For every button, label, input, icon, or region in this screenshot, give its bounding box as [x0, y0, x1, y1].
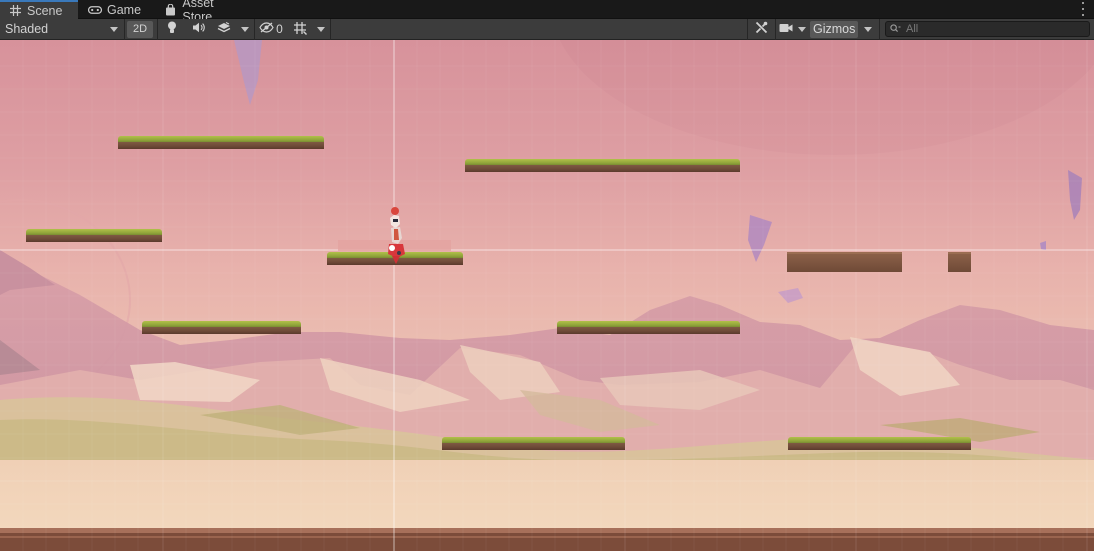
camera-dropdown[interactable]	[795, 19, 809, 39]
dirt-block[interactable]	[948, 252, 971, 272]
effects-toggle-button[interactable]	[211, 19, 237, 39]
grass-platform[interactable]	[557, 321, 740, 334]
chevron-down-icon	[798, 26, 806, 32]
camera-settings-button[interactable]	[777, 19, 795, 39]
eye-slash-icon	[259, 22, 274, 36]
planet-shape	[559, 40, 1094, 155]
tools-icon	[755, 21, 768, 37]
tab-game[interactable]: Game	[80, 0, 156, 19]
search-input[interactable]	[906, 23, 1086, 35]
grass-platform[interactable]	[142, 321, 301, 334]
grid-snap-icon	[293, 21, 307, 38]
grass-platform[interactable]	[442, 437, 625, 450]
audio-toggle-button[interactable]	[186, 19, 210, 39]
shopping-bag-icon	[164, 3, 177, 16]
dirt-block[interactable]	[787, 252, 902, 272]
grass-platform[interactable]	[26, 229, 162, 242]
tab-label: Scene	[27, 3, 63, 18]
tab-asset-store[interactable]: Asset Store	[156, 0, 252, 24]
2d-toggle-label: 2D	[132, 23, 148, 35]
speaker-icon	[192, 22, 205, 36]
scene-search[interactable]	[885, 21, 1090, 37]
draw-mode-dropdown[interactable]: Shaded	[0, 19, 124, 39]
grid-dropdown[interactable]	[313, 19, 329, 39]
gizmos-button[interactable]: Gizmos	[810, 20, 858, 38]
effects-dropdown[interactable]	[237, 19, 253, 39]
scene-viewport[interactable]	[0, 40, 1094, 551]
hidden-count: 0	[276, 22, 283, 36]
lighting-toggle-button[interactable]	[160, 19, 184, 39]
tools-button[interactable]	[749, 19, 773, 39]
player-character-sprite[interactable]	[384, 206, 408, 268]
chevron-down-icon	[864, 26, 872, 32]
lightbulb-icon	[167, 21, 177, 37]
grass-platform[interactable]	[465, 159, 740, 172]
tab-label: Game	[107, 2, 142, 17]
grass-platform[interactable]	[788, 437, 971, 450]
grid-snap-toggle-button[interactable]	[288, 19, 312, 39]
scene-toolbar: Shaded 2D 0 Gizmos All	[0, 19, 1094, 40]
grass-platform[interactable]	[118, 136, 324, 149]
chevron-down-icon	[110, 26, 118, 32]
gizmos-label: Gizmos	[813, 22, 856, 36]
gamepad-icon	[88, 4, 102, 16]
grid-icon	[8, 5, 22, 17]
editor-tab-bar: Scene Game Asset Store	[0, 0, 1094, 24]
hidden-objects-toggle[interactable]: 0	[256, 19, 286, 39]
draw-mode-label: Shaded	[5, 22, 49, 36]
tab-scene[interactable]: Scene	[0, 0, 78, 19]
scene-background	[0, 40, 1094, 551]
kebab-menu-icon[interactable]	[1080, 2, 1086, 16]
chevron-down-icon	[241, 26, 249, 32]
chevron-down-icon	[317, 26, 325, 32]
search-icon	[890, 22, 901, 36]
layers-icon	[217, 21, 231, 37]
gizmos-dropdown[interactable]	[860, 19, 876, 39]
camera-icon	[779, 22, 793, 36]
2d-toggle-button[interactable]: 2D	[127, 20, 153, 38]
